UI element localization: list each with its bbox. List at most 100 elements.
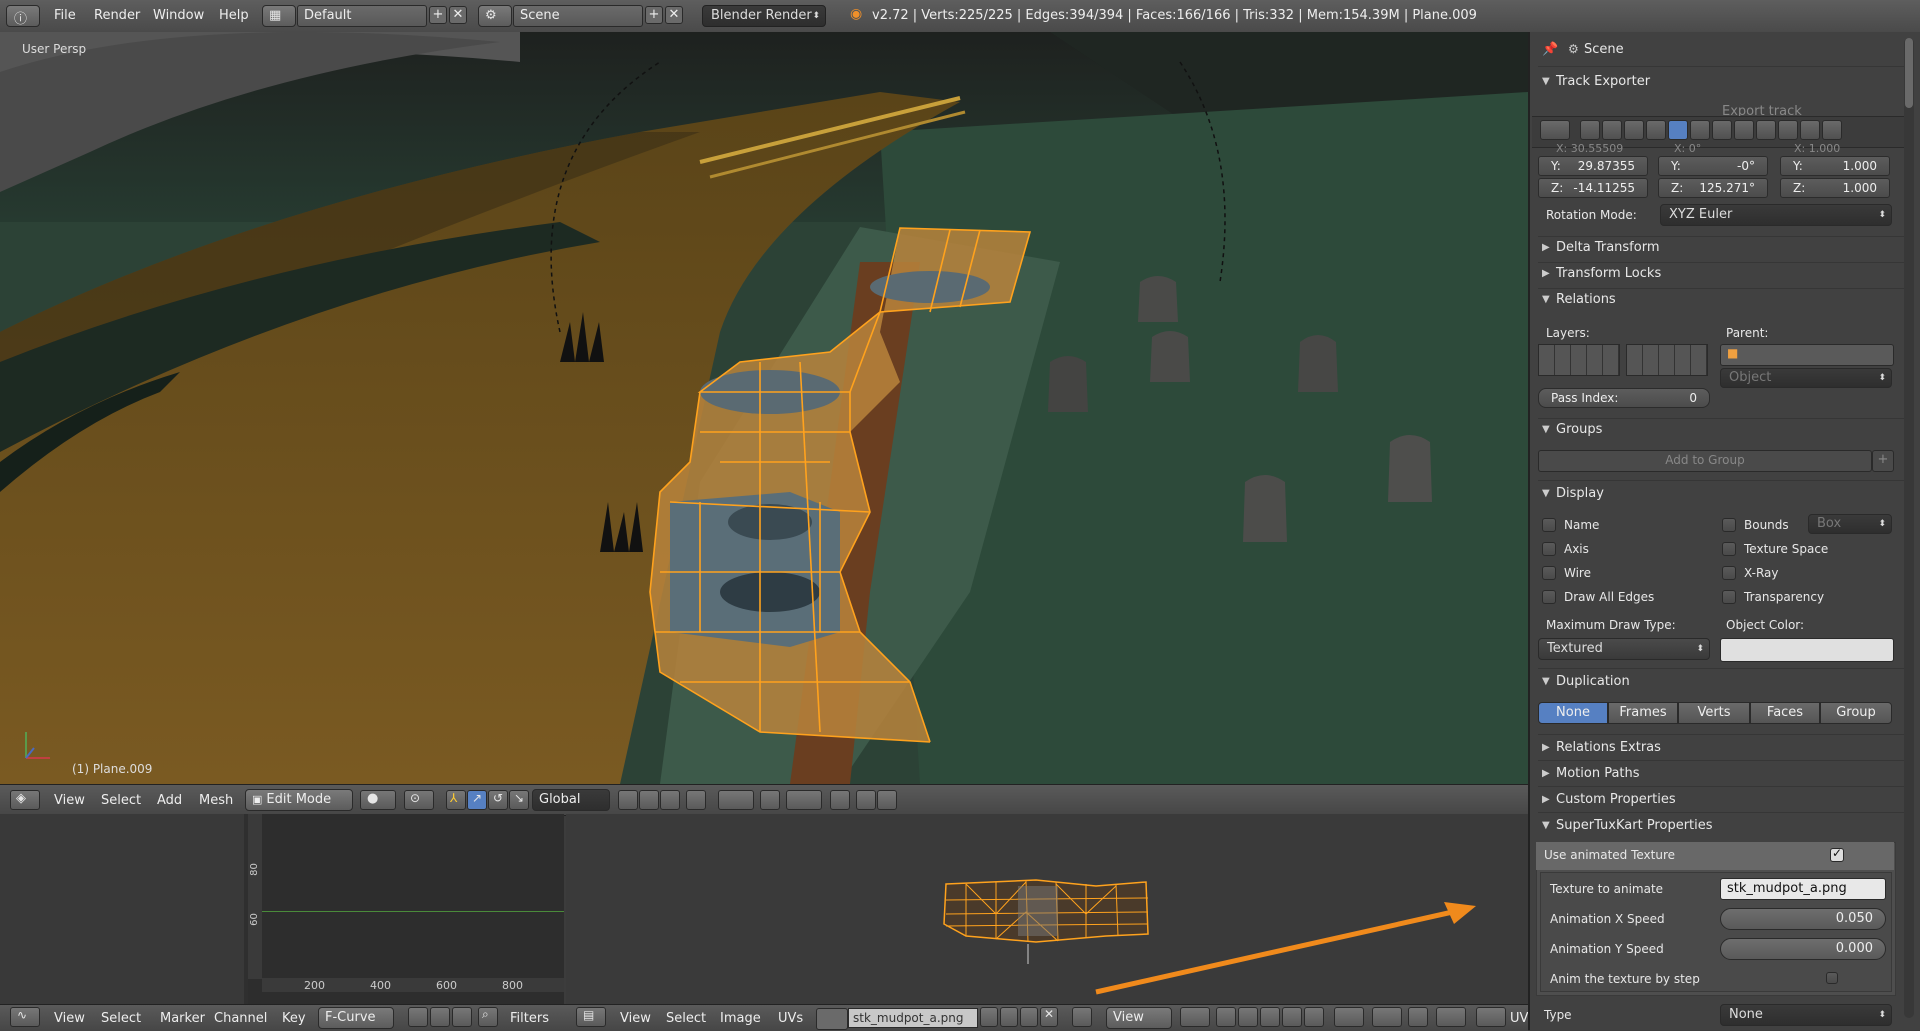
dup-tab-none[interactable]: None bbox=[1538, 702, 1608, 724]
layers-grid[interactable] bbox=[1538, 344, 1708, 376]
opengl-render-icon[interactable] bbox=[830, 790, 850, 810]
uv-menu-image[interactable]: Image bbox=[720, 1011, 761, 1026]
menu-file[interactable]: File bbox=[54, 8, 76, 23]
vertex-select-icon[interactable] bbox=[618, 790, 638, 810]
display-texture-space-checkbox[interactable] bbox=[1722, 542, 1736, 556]
3d-viewport[interactable]: User Persp (1) Plane.009 bbox=[0, 32, 1528, 784]
track-exporter-disclosure-icon[interactable]: ▼ bbox=[1542, 76, 1550, 87]
rotation-y-field[interactable]: Y: -0° bbox=[1658, 156, 1768, 176]
falloff-icon[interactable] bbox=[760, 790, 780, 810]
dup-tab-frames[interactable]: Frames bbox=[1608, 702, 1678, 724]
display-wire-checkbox[interactable] bbox=[1542, 566, 1556, 580]
image-browse-button[interactable] bbox=[816, 1008, 848, 1030]
graph-menu-key[interactable]: Key bbox=[282, 1011, 306, 1026]
layers-group-a[interactable] bbox=[1538, 344, 1620, 376]
transform-locks-disclosure-icon[interactable]: ▶ bbox=[1542, 268, 1550, 279]
viewport-menu-mesh[interactable]: Mesh bbox=[199, 793, 233, 808]
menu-window[interactable]: Window bbox=[153, 8, 204, 23]
track-exporter-header[interactable]: Track Exporter bbox=[1556, 74, 1650, 89]
scene-name-field[interactable]: Scene bbox=[513, 5, 643, 27]
use-animated-texture-checkbox[interactable]: ✓ bbox=[1830, 846, 1844, 862]
scene-browse-button[interactable]: ⚙ bbox=[478, 5, 512, 27]
layout-name-field[interactable]: Default bbox=[297, 5, 427, 27]
mode-dropdown[interactable]: ▣ Edit Mode bbox=[245, 789, 353, 811]
material-tab-icon[interactable] bbox=[1756, 120, 1776, 140]
max-draw-type-dropdown[interactable]: Textured ⬍ bbox=[1538, 638, 1710, 660]
delta-transform-disclosure-icon[interactable]: ▶ bbox=[1542, 242, 1550, 253]
layout-browse-button[interactable]: ▦ bbox=[262, 5, 296, 27]
scale-y-field[interactable]: Y: 1.000 bbox=[1780, 156, 1890, 176]
relations-disclosure-icon[interactable]: ▼ bbox=[1542, 294, 1550, 305]
parent-field[interactable]: ■ bbox=[1720, 344, 1894, 366]
scene-close-icon[interactable]: ✕ bbox=[665, 6, 683, 24]
uv-sticky-dropdown[interactable] bbox=[1334, 1007, 1364, 1027]
scene-tab-icon[interactable] bbox=[1624, 120, 1644, 140]
motion-paths-header[interactable]: Motion Paths bbox=[1556, 766, 1640, 781]
pivot-button[interactable]: ⊙ bbox=[404, 790, 434, 810]
uv-snap-dropdown[interactable] bbox=[1436, 1007, 1466, 1027]
translate-toggle[interactable]: ↗ bbox=[467, 790, 487, 810]
stk-properties-header[interactable]: SuperTuxKart Properties bbox=[1556, 818, 1713, 833]
display-header[interactable]: Display bbox=[1556, 486, 1604, 501]
uv-face-mode-icon[interactable] bbox=[1282, 1007, 1302, 1027]
relations-extras-disclosure-icon[interactable]: ▶ bbox=[1542, 742, 1550, 753]
groups-disclosure-icon[interactable]: ▼ bbox=[1542, 424, 1550, 435]
anim-by-step-checkbox[interactable] bbox=[1826, 972, 1838, 984]
image-pack-icon[interactable] bbox=[980, 1007, 998, 1027]
anim-y-speed-slider[interactable]: 0.000 bbox=[1720, 938, 1886, 960]
uv-menu-uvs[interactable]: UVs bbox=[778, 1011, 803, 1026]
proportional-edit-dropdown[interactable] bbox=[718, 790, 754, 810]
custom-properties-header[interactable]: Custom Properties bbox=[1556, 792, 1676, 807]
image-new-icon[interactable] bbox=[1000, 1007, 1018, 1027]
shading-button[interactable]: ● bbox=[360, 790, 396, 810]
particles-tab-icon[interactable] bbox=[1800, 120, 1820, 140]
scene-add-icon[interactable]: + bbox=[645, 6, 663, 24]
image-name-field[interactable]: stk_mudpot_a.png bbox=[848, 1008, 978, 1028]
image-editor-type-button[interactable]: ▤ bbox=[576, 1007, 606, 1027]
edge-select-icon[interactable] bbox=[639, 790, 659, 810]
pin-icon[interactable]: 📌 bbox=[1542, 42, 1558, 57]
transform-locks-header[interactable]: Transform Locks bbox=[1556, 266, 1661, 281]
object-color-swatch[interactable] bbox=[1720, 638, 1894, 662]
rotation-z-field[interactable]: Z: 125.271° bbox=[1658, 178, 1768, 198]
dup-tab-verts[interactable]: Verts bbox=[1678, 702, 1750, 724]
graph-menu-channel[interactable]: Channel bbox=[214, 1011, 267, 1026]
parent-type-dropdown[interactable]: Object ⬍ bbox=[1720, 368, 1892, 388]
graph-editor-type-button[interactable]: ∿ bbox=[10, 1007, 40, 1027]
uv-island-mode-icon[interactable] bbox=[1304, 1007, 1324, 1027]
graph-menu-view[interactable]: View bbox=[54, 1011, 85, 1026]
display-disclosure-icon[interactable]: ▼ bbox=[1542, 488, 1550, 499]
dup-tab-group[interactable]: Group bbox=[1820, 702, 1892, 724]
render-tab-icon[interactable] bbox=[1580, 120, 1600, 140]
editor-type-button[interactable]: ⓘ bbox=[6, 5, 40, 27]
orientation-dropdown[interactable]: Global bbox=[532, 789, 610, 811]
graph-menu-marker[interactable]: Marker bbox=[160, 1011, 205, 1026]
display-name-checkbox[interactable] bbox=[1542, 518, 1556, 532]
texture-tab-icon[interactable] bbox=[1778, 120, 1798, 140]
scale-toggle[interactable]: ↘ bbox=[509, 790, 529, 810]
display-xray-checkbox[interactable] bbox=[1722, 566, 1736, 580]
render-animation-icon[interactable] bbox=[856, 790, 876, 810]
editor-type-button[interactable] bbox=[1540, 120, 1570, 140]
uv-menu-view[interactable]: View bbox=[620, 1011, 651, 1026]
bounds-type-dropdown[interactable]: Box ⬍ bbox=[1808, 514, 1892, 534]
duplication-disclosure-icon[interactable]: ▼ bbox=[1542, 676, 1550, 687]
uv-view-dropdown[interactable]: View bbox=[1106, 1007, 1172, 1029]
layout-close-icon[interactable]: ✕ bbox=[449, 6, 467, 24]
stk-properties-disclosure-icon[interactable]: ▼ bbox=[1542, 820, 1550, 831]
constraints-tab-icon[interactable] bbox=[1690, 120, 1710, 140]
world-tab-icon[interactable] bbox=[1646, 120, 1666, 140]
layers-group-b[interactable] bbox=[1626, 344, 1708, 376]
limit-selection-icon[interactable] bbox=[686, 790, 706, 810]
face-select-icon[interactable] bbox=[660, 790, 680, 810]
snap-dropdown[interactable] bbox=[786, 790, 822, 810]
menu-render[interactable]: Render bbox=[94, 8, 140, 23]
type-dropdown[interactable]: None ⬍ bbox=[1720, 1004, 1892, 1026]
motion-paths-disclosure-icon[interactable]: ▶ bbox=[1542, 768, 1550, 779]
display-draw-all-edges-checkbox[interactable] bbox=[1542, 590, 1556, 604]
pass-index-field[interactable]: Pass Index: 0 bbox=[1538, 388, 1710, 408]
rotate-toggle[interactable]: ↺ bbox=[488, 790, 508, 810]
custom-properties-disclosure-icon[interactable]: ▶ bbox=[1542, 794, 1550, 805]
viewport-menu-view[interactable]: View bbox=[54, 793, 85, 808]
location-y-field[interactable]: Y: 29.87355 bbox=[1538, 156, 1648, 176]
